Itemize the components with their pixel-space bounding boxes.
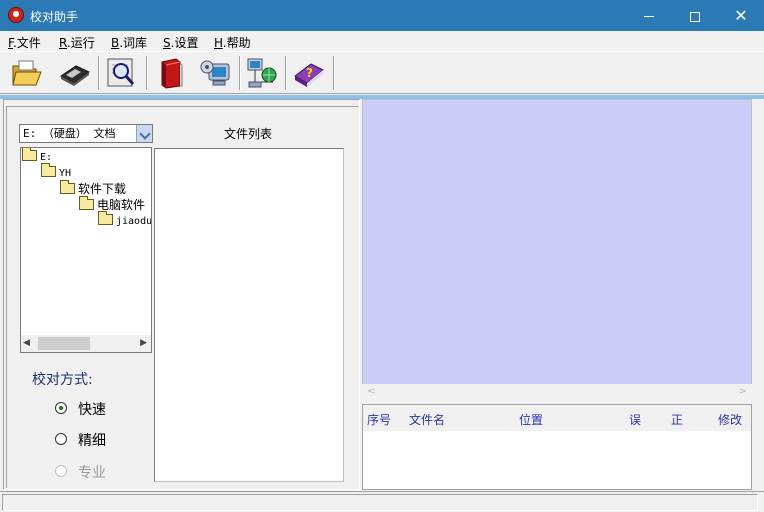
tree-node[interactable]: E:: [22, 148, 53, 164]
folder-icon: [41, 163, 56, 177]
scroll-right-icon[interactable]: >: [739, 386, 747, 397]
help-button[interactable]: ?: [292, 56, 326, 90]
tree-node-label: YH: [59, 168, 72, 179]
menu-lexicon-label: .词库: [119, 36, 148, 50]
settings-button[interactable]: [199, 56, 233, 90]
mode-fine-label: 精细: [78, 433, 106, 449]
menu-run-accel: R: [59, 36, 67, 50]
scroll-thumb[interactable]: [38, 337, 90, 350]
column-header-index[interactable]: 序号: [367, 411, 391, 428]
scroll-right-icon[interactable]: ▶: [140, 338, 147, 348]
status-bar: [0, 491, 764, 512]
network-globe-icon: [247, 58, 277, 88]
menu-run-label: .运行: [66, 36, 95, 50]
menu-lexicon-accel: B: [111, 36, 120, 50]
drive-select[interactable]: E: （硬盘） 文档: [19, 124, 153, 143]
svg-text:?: ?: [306, 66, 313, 80]
toolbar: ?: [0, 51, 764, 94]
status-pane: [2, 494, 758, 511]
file-list-label: 文件列表: [224, 127, 273, 141]
dictionary-button[interactable]: [153, 56, 187, 90]
column-header-filename[interactable]: 文件名: [409, 411, 445, 428]
open-folder-icon: [12, 60, 42, 86]
column-header-modify[interactable]: 修改: [718, 411, 742, 428]
help-book-icon: ?: [294, 63, 324, 87]
tree-node[interactable]: jiaodu: [98, 211, 152, 228]
save-button[interactable]: [58, 56, 92, 90]
tree-node[interactable]: YH: [41, 163, 72, 180]
scroll-left-icon[interactable]: <: [367, 386, 375, 397]
menu-settings[interactable]: S.设置: [163, 34, 198, 51]
tree-node-label: jiaodu: [116, 216, 152, 227]
mode-pro-label: 专业: [78, 465, 106, 481]
maximize-icon: [690, 11, 700, 22]
settings-computer-icon: [200, 60, 230, 86]
folder-icon: [22, 148, 37, 161]
preview-horizontal-scrollbar[interactable]: < >: [362, 384, 752, 401]
menu-lexicon[interactable]: B.词库: [111, 34, 147, 51]
open-button[interactable]: [10, 56, 44, 90]
mode-pro-radio: 专业: [55, 462, 135, 481]
radio-icon: [55, 465, 67, 477]
menu-file-label: .文件: [12, 36, 41, 50]
mode-fast-radio[interactable]: 快速: [55, 399, 135, 418]
mode-fast-label: 快速: [78, 402, 106, 418]
menu-bar: F.文件 R.运行 B.词库 S.设置 H.帮助: [0, 31, 764, 51]
menu-help-label: .帮助: [222, 36, 251, 50]
window-title: 校对助手: [30, 10, 79, 24]
results-table[interactable]: 序号 文件名 位置 误 正 修改: [362, 404, 752, 490]
tree-node[interactable]: 电脑软件: [79, 196, 146, 212]
tree-horizontal-scrollbar[interactable]: ◀ ▶: [21, 335, 151, 352]
proofread-mode-label: 校对方式:: [32, 372, 93, 388]
maximize-button[interactable]: [672, 0, 718, 31]
file-list[interactable]: [154, 148, 344, 482]
menu-settings-label: .设置: [170, 36, 199, 50]
minimize-icon: [644, 16, 654, 17]
tree-node[interactable]: 软件下载: [60, 180, 127, 196]
column-header-position[interactable]: 位置: [519, 411, 543, 428]
mode-fine-radio[interactable]: 精细: [55, 430, 135, 449]
proofread-button[interactable]: [104, 56, 138, 90]
folder-icon: [60, 180, 75, 194]
title-bar: 校对助手 ✕: [0, 0, 764, 31]
chevron-down-icon[interactable]: [136, 125, 152, 142]
dictionary-book-icon: [161, 58, 183, 89]
folder-icon: [98, 211, 113, 225]
close-icon: ✕: [734, 6, 748, 25]
radio-checked-icon: [55, 402, 67, 414]
save-disk-icon: [60, 65, 90, 86]
minimize-button[interactable]: [626, 0, 672, 31]
results-header: 序号 文件名 位置 误 正 修改: [363, 405, 751, 431]
radio-icon: [55, 433, 67, 445]
text-preview-pane[interactable]: [362, 99, 752, 401]
directory-tree[interactable]: E: YH 软件下载 电脑软件 jiaodu ◀ ▶: [20, 147, 152, 353]
menu-help-accel: H: [214, 36, 223, 50]
tree-node-label: E:: [40, 152, 53, 163]
drive-select-value: E: （硬盘） 文档: [23, 127, 116, 140]
proofread-magnifier-icon: [107, 58, 135, 87]
folder-icon: [79, 196, 94, 210]
menu-help[interactable]: H.帮助: [214, 34, 251, 51]
scroll-left-icon[interactable]: ◀: [23, 338, 30, 348]
network-button[interactable]: [245, 56, 279, 90]
column-header-error[interactable]: 误: [629, 411, 641, 428]
tree-node-label: 软件下载: [78, 182, 127, 196]
close-button[interactable]: ✕: [718, 0, 764, 31]
column-header-correct[interactable]: 正: [671, 411, 683, 428]
menu-settings-accel: S: [163, 36, 171, 50]
menu-file[interactable]: F.文件: [8, 34, 41, 51]
tree-node-label: 电脑软件: [97, 198, 146, 212]
app-icon: [8, 7, 24, 23]
menu-run[interactable]: R.运行: [59, 34, 95, 51]
